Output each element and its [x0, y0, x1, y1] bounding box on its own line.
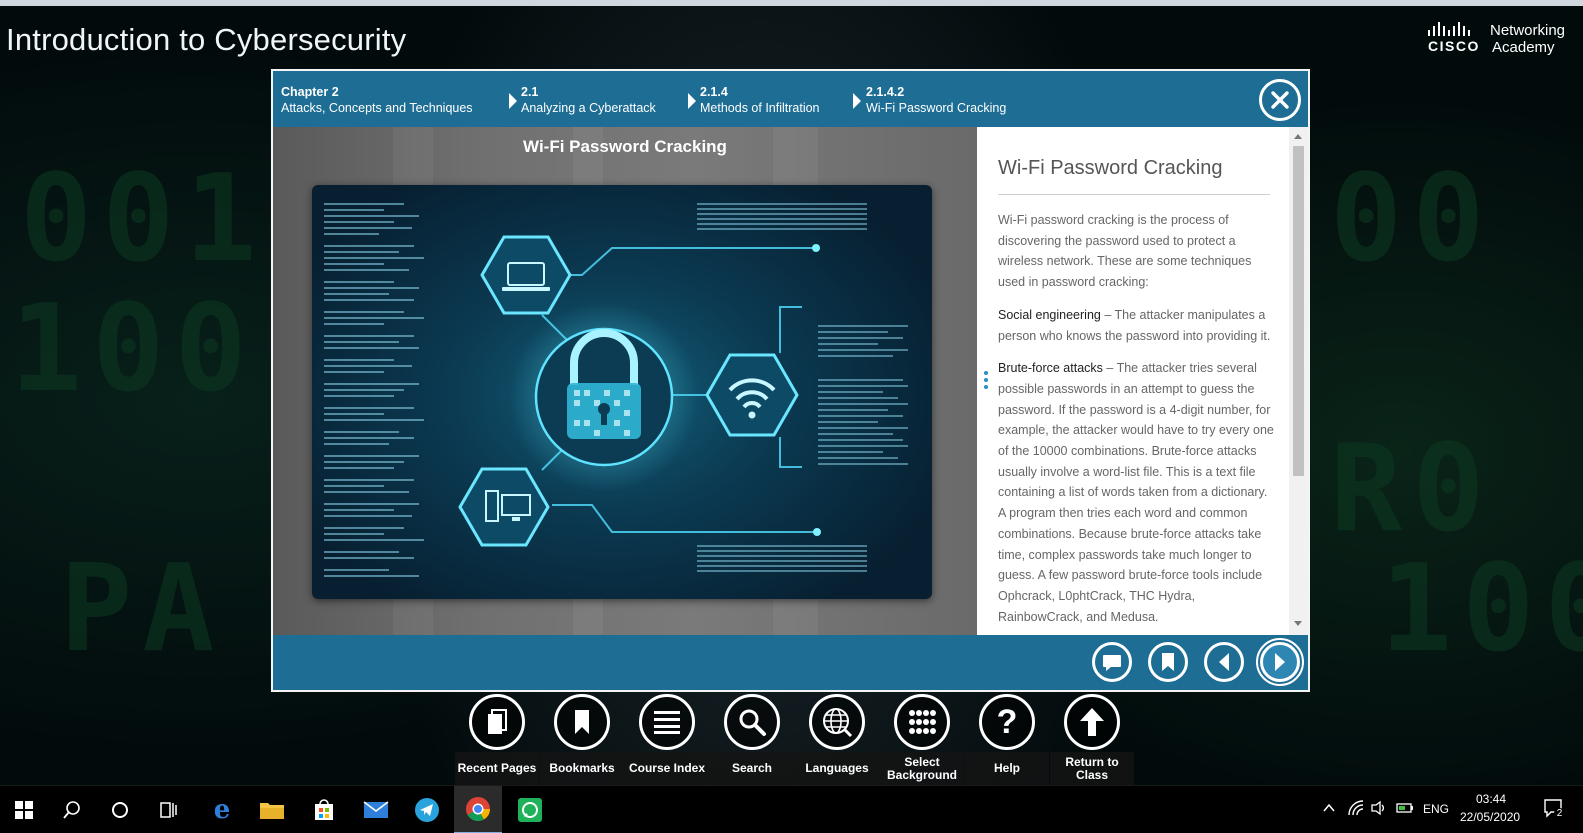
taskbar-file-explorer[interactable] — [248, 786, 296, 833]
edge-icon: e — [213, 795, 231, 825]
notification-badge: 2 — [1554, 808, 1565, 819]
search-icon — [739, 709, 766, 736]
illustration-graphic — [324, 203, 908, 577]
volume-icon[interactable] — [1370, 800, 1388, 816]
breadcrumb-topic[interactable]: 2.1.4 Methods of Infiltration — [700, 84, 820, 116]
cisco-bars-icon — [1428, 22, 1470, 36]
course-index-button[interactable]: Course Index — [625, 694, 709, 785]
breadcrumb-separator-icon — [853, 93, 861, 109]
taskbar-mail[interactable] — [352, 786, 400, 833]
breadcrumb-page[interactable]: 2.1.4.2 Wi-Fi Password Cracking — [866, 84, 1006, 116]
content-dialog: Chapter 2 Attacks, Concepts and Techniqu… — [271, 69, 1310, 692]
previous-page-button[interactable] — [1204, 642, 1244, 682]
battery-icon[interactable] — [1396, 801, 1414, 815]
task-view-icon — [160, 802, 177, 818]
scroll-down-arrow-icon[interactable] — [1294, 621, 1302, 626]
article-title: Wi-Fi Password Cracking — [998, 157, 1223, 179]
windows-taskbar: e ENG 03:44 22/05/2020 2 — [0, 785, 1583, 833]
breadcrumb: Chapter 2 Attacks, Concepts and Techniqu… — [273, 71, 1308, 127]
article-item: Brute-force attacks – The attacker tries… — [998, 361, 1274, 624]
taskbar-chrome[interactable] — [454, 786, 502, 833]
next-page-button[interactable] — [1256, 638, 1304, 686]
network-icon[interactable] — [1347, 799, 1365, 817]
recent-pages-icon — [488, 709, 507, 734]
close-button[interactable] — [1259, 79, 1301, 121]
languages-button[interactable]: Languages — [795, 694, 879, 785]
bottom-toolbar: Recent Pages Bookmarks Course Index Sear… — [455, 694, 1134, 785]
action-center-button[interactable]: 2 — [1543, 798, 1565, 823]
breadcrumb-chapter[interactable]: Chapter 2 Attacks, Concepts and Techniqu… — [281, 84, 473, 116]
start-button[interactable] — [0, 786, 48, 833]
breadcrumb-separator-icon — [509, 93, 517, 109]
arrow-up-icon — [1080, 708, 1104, 736]
panel-resize-handle[interactable] — [984, 371, 990, 392]
networking-academy-text: Networking Academy — [1490, 22, 1566, 56]
article-intro: Wi-Fi password cracking is the process o… — [998, 213, 1252, 290]
article-body: Wi-Fi password cracking is the process o… — [998, 210, 1274, 635]
divider — [998, 194, 1270, 195]
store-bag-icon — [315, 799, 333, 820]
article-panel: Wi-Fi Password Cracking Wi-Fi password c… — [977, 127, 1308, 635]
next-icon — [1275, 653, 1285, 671]
close-icon — [1271, 91, 1289, 109]
return-to-class-button[interactable]: Return to Class — [1050, 694, 1134, 785]
bookmark-icon — [1162, 653, 1174, 671]
recent-pages-button[interactable]: Recent Pages — [455, 694, 539, 785]
cisco-wordmark: CISCO — [1428, 38, 1480, 54]
wifi-cracking-illustration — [312, 185, 932, 599]
whatsapp-icon — [518, 798, 542, 822]
taskbar-store[interactable] — [300, 786, 348, 833]
help-icon: ? — [996, 703, 1018, 741]
select-background-button[interactable]: Select Background — [880, 694, 964, 785]
task-view-button[interactable] — [144, 786, 192, 833]
cisco-networking-academy-logo: CISCO Networking Academy — [1428, 22, 1578, 60]
cortana-button[interactable] — [96, 786, 144, 833]
telegram-icon — [415, 798, 439, 822]
cortana-circle-icon — [112, 802, 128, 818]
comment-icon — [1103, 655, 1121, 671]
course-index-icon — [654, 711, 680, 734]
article-item: Social engineering – The attacker manipu… — [998, 307, 1271, 343]
browser-edge — [0, 0, 1583, 6]
taskbar-telegram[interactable] — [403, 786, 451, 833]
bookmark-button[interactable] — [1148, 642, 1188, 682]
help-button[interactable]: ? Help — [965, 694, 1049, 785]
previous-icon — [1219, 653, 1229, 671]
media-panel: Wi-Fi Password Cracking — [273, 127, 977, 635]
folder-icon — [260, 803, 284, 819]
taskbar-edge[interactable]: e — [198, 786, 246, 833]
breadcrumb-separator-icon — [688, 93, 696, 109]
clock-date[interactable]: 22/05/2020 — [1460, 810, 1520, 824]
course-title: Introduction to Cybersecurity — [6, 22, 407, 57]
taskbar-whatsapp[interactable] — [506, 786, 554, 833]
mail-icon — [363, 801, 389, 818]
clock-time[interactable]: 03:44 — [1476, 792, 1506, 806]
grid-dots-icon — [909, 710, 936, 734]
windows-logo-icon — [15, 801, 33, 819]
scroll-up-arrow-icon[interactable] — [1294, 134, 1302, 139]
globe-icon — [823, 708, 853, 738]
taskbar-search-button[interactable] — [48, 786, 96, 833]
input-language[interactable]: ENG — [1423, 802, 1449, 816]
bookmarks-button[interactable]: Bookmarks — [540, 694, 624, 785]
dialog-footer — [273, 635, 1308, 690]
search-button[interactable]: Search — [710, 694, 794, 785]
chrome-icon — [466, 797, 490, 822]
scrollbar-thumb[interactable] — [1293, 146, 1304, 476]
media-title: Wi-Fi Password Cracking — [523, 137, 727, 156]
breadcrumb-section[interactable]: 2.1 Analyzing a Cyberattack — [521, 84, 656, 116]
search-icon — [63, 801, 80, 819]
chevron-up-icon[interactable] — [1322, 802, 1336, 814]
comment-button[interactable] — [1092, 642, 1132, 682]
bookmarks-icon — [575, 710, 589, 734]
